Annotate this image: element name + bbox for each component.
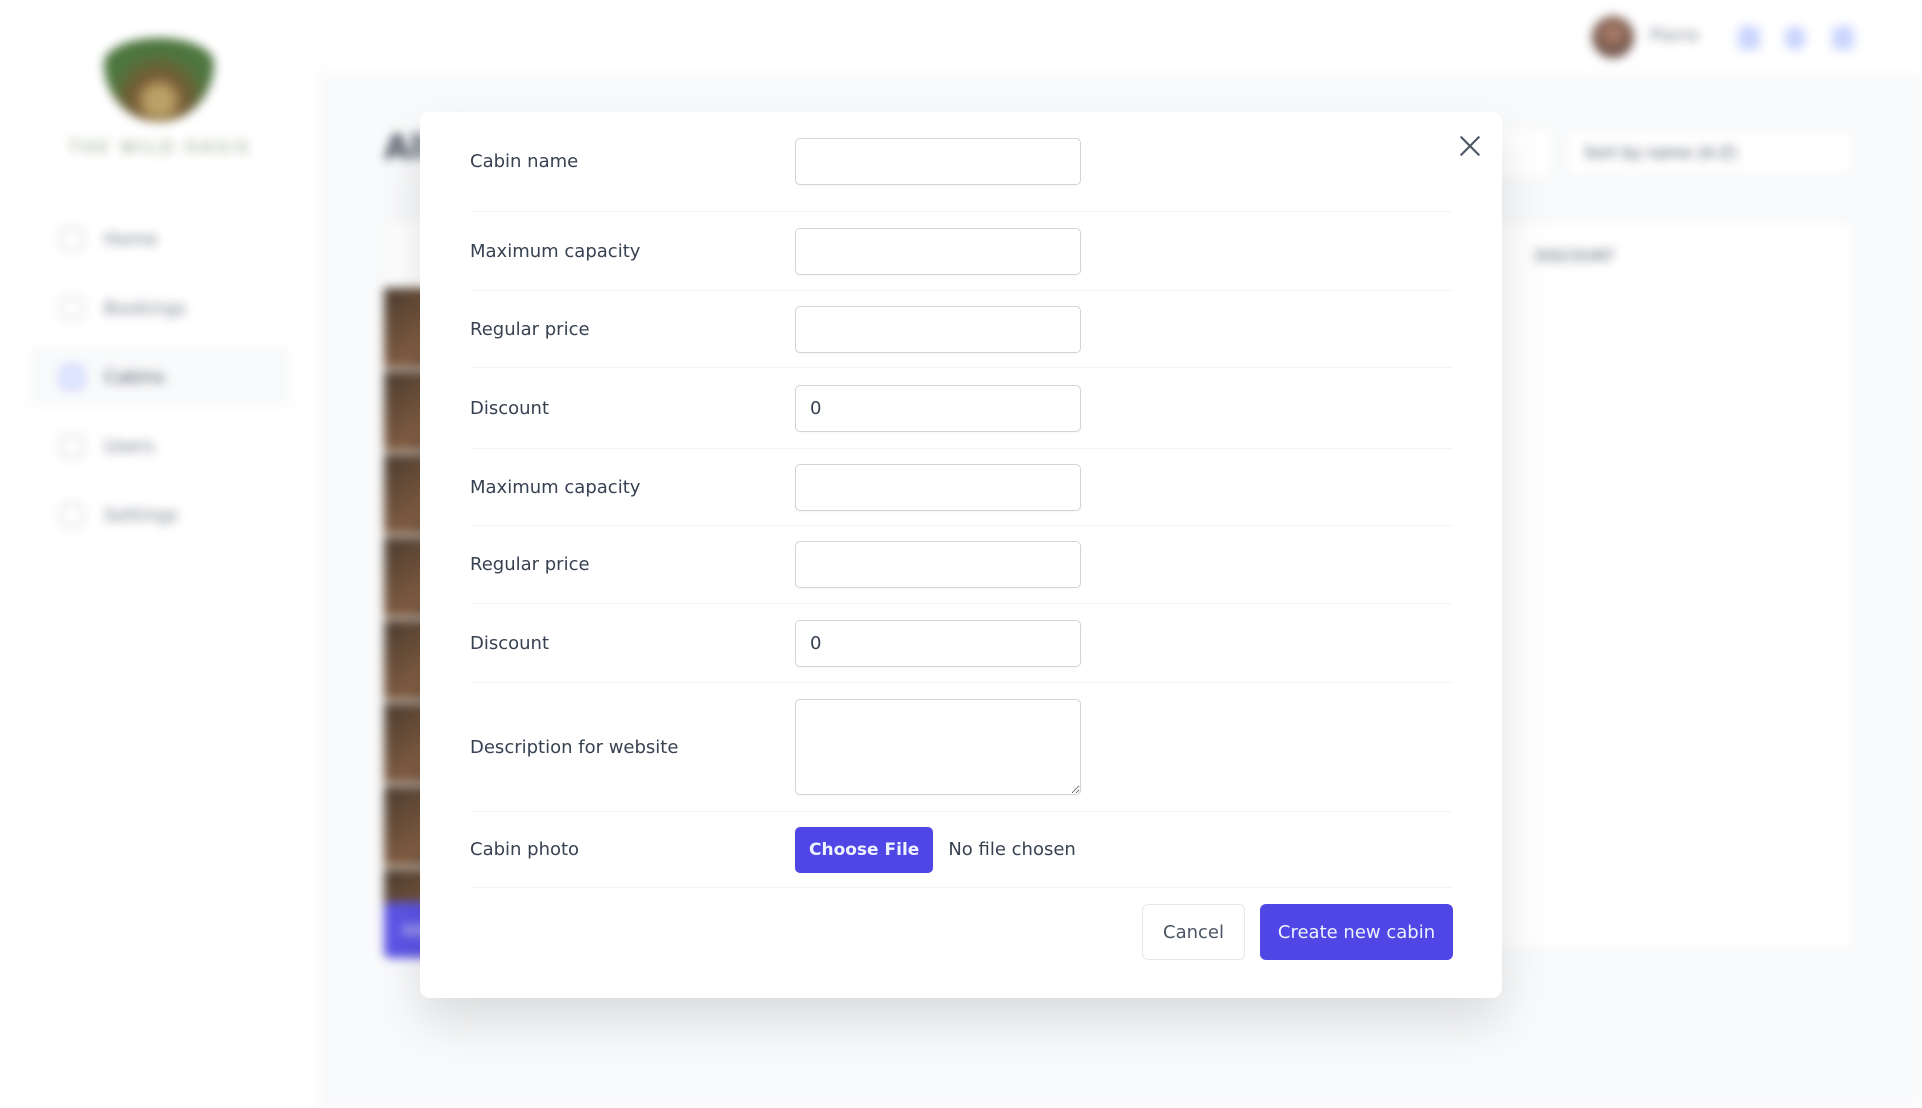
field-label: Description for website — [470, 736, 679, 758]
discount-input-2[interactable] — [795, 619, 1081, 667]
description-textarea[interactable] — [795, 699, 1081, 795]
regular-price-input-2[interactable] — [795, 541, 1081, 588]
max-capacity-input-2[interactable] — [795, 463, 1081, 511]
form-row-regular-price: Regular price — [470, 291, 1453, 368]
cancel-button[interactable]: Cancel — [1142, 904, 1245, 960]
field-label: Regular price — [470, 554, 590, 575]
create-cabin-button[interactable]: Create new cabin — [1260, 904, 1453, 960]
form-row-regular-price-2: Regular price — [470, 526, 1453, 604]
max-capacity-input[interactable] — [795, 227, 1081, 275]
form-row-cabin-photo: Cabin photo Choose File No file chosen — [470, 812, 1453, 888]
choose-file-button[interactable]: Choose File — [795, 826, 934, 873]
close-icon[interactable] — [1456, 132, 1484, 160]
field-label: Regular price — [470, 318, 590, 340]
field-label: Cabin name — [470, 151, 579, 172]
field-label: Cabin photo — [470, 839, 580, 860]
file-status: No file chosen — [948, 839, 1076, 860]
form-row-cabin-name: Cabin name — [470, 112, 1453, 212]
field-label: Discount — [470, 397, 550, 419]
cabin-name-input[interactable] — [795, 138, 1081, 185]
field-label: Maximum capacity — [470, 476, 641, 498]
discount-input[interactable] — [795, 384, 1081, 432]
create-cabin-modal: Cabin name Maximum capacity Regular pric… — [420, 112, 1502, 998]
regular-price-input[interactable] — [795, 305, 1081, 353]
form-row-description: Description for website — [470, 683, 1453, 812]
form-row-max-capacity: Maximum capacity — [470, 212, 1453, 291]
field-label: Maximum capacity — [470, 240, 641, 262]
form-row-discount-2: Discount — [470, 604, 1453, 683]
field-label: Discount — [470, 632, 550, 654]
form-row-discount: Discount — [470, 368, 1453, 449]
form-row-max-capacity-2: Maximum capacity — [470, 449, 1453, 526]
